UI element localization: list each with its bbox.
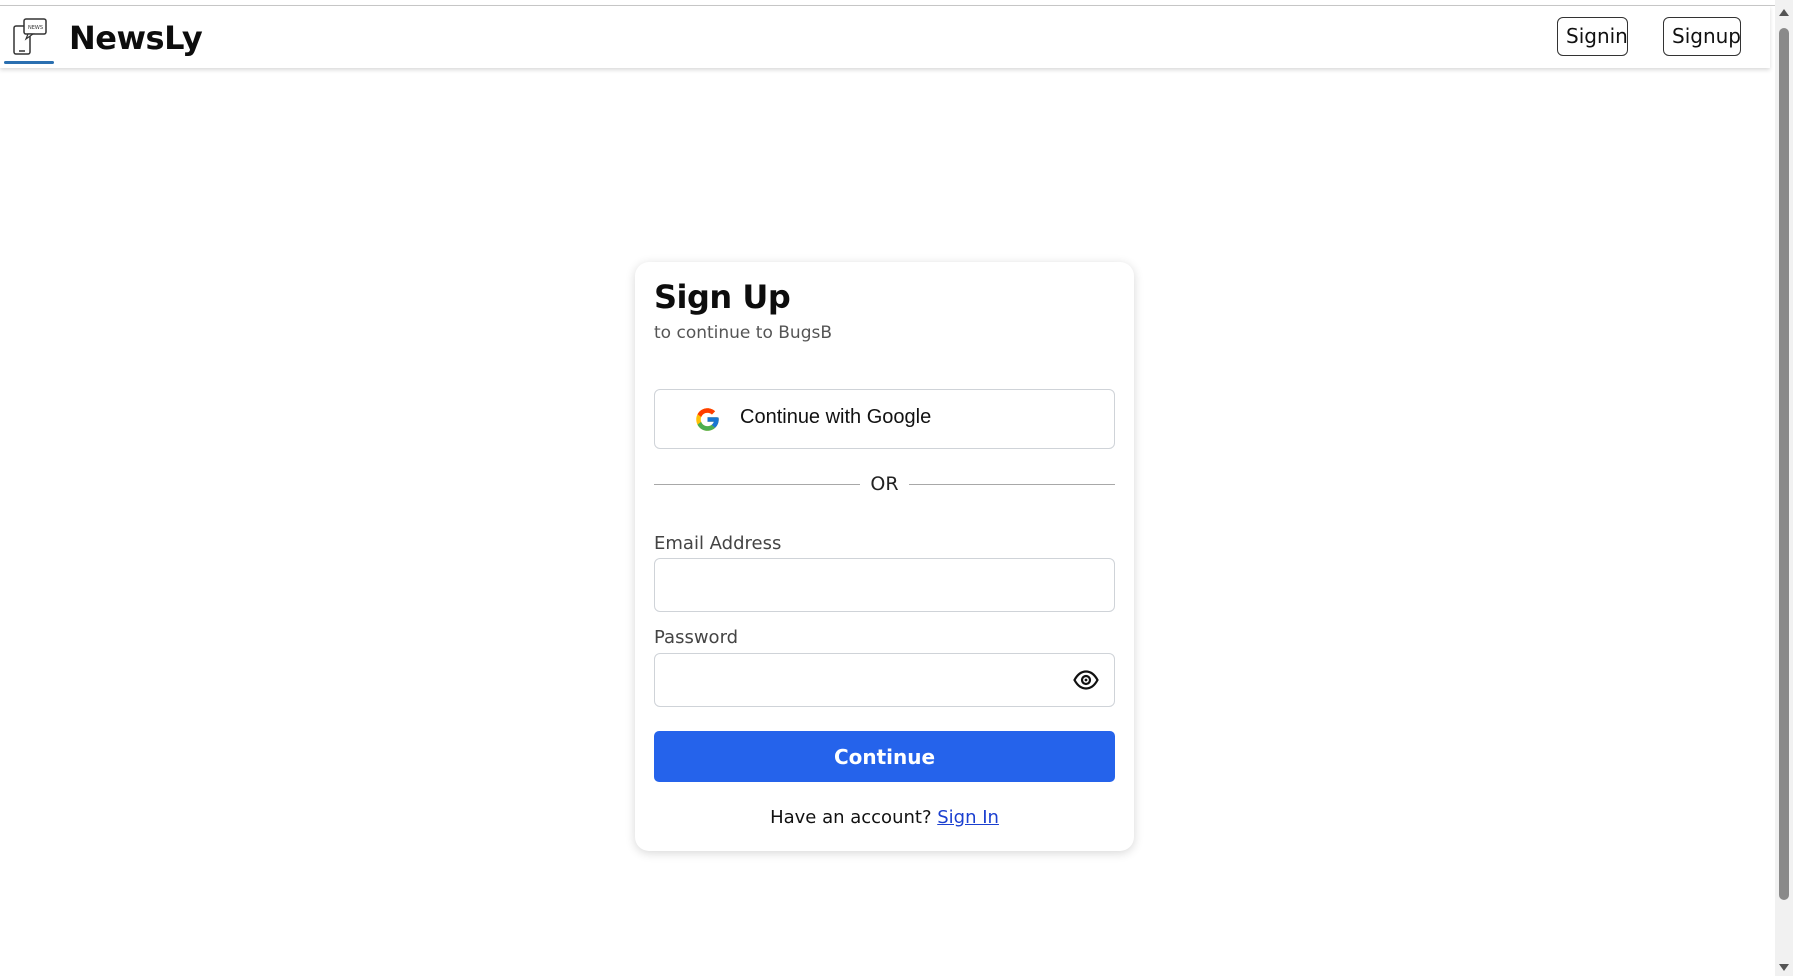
google-button-label: Continue with Google bbox=[740, 406, 932, 428]
navbar: NEWS NewsLy Signin Signup bbox=[0, 6, 1770, 68]
divider-line-right bbox=[909, 484, 1115, 485]
signup-card: Sign Up to continue to BugsB Continue wi… bbox=[635, 262, 1134, 851]
have-account-text: Have an account? bbox=[770, 807, 938, 828]
have-account-row: Have an account? Sign In bbox=[635, 807, 1134, 828]
or-divider: OR bbox=[654, 469, 1115, 499]
show-password-eye-icon[interactable] bbox=[1073, 669, 1099, 691]
nav-signin-button[interactable]: Signin bbox=[1557, 17, 1628, 56]
signup-subtitle: to continue to BugsB bbox=[654, 323, 833, 343]
continue-button[interactable]: Continue bbox=[654, 731, 1115, 782]
vertical-scrollbar[interactable] bbox=[1775, 0, 1793, 976]
brand-name[interactable]: NewsLy bbox=[69, 19, 203, 57]
email-label: Email Address bbox=[654, 533, 782, 554]
nav-signup-button[interactable]: Signup bbox=[1663, 17, 1741, 56]
password-label: Password bbox=[654, 627, 739, 648]
sign-in-link[interactable]: Sign In bbox=[937, 807, 999, 828]
svg-text:NEWS: NEWS bbox=[28, 25, 43, 31]
signup-title: Sign Up bbox=[654, 278, 791, 316]
scroll-down-arrow-icon[interactable] bbox=[1779, 964, 1789, 971]
continue-with-google-button[interactable]: Continue with Google bbox=[654, 389, 1115, 449]
password-field[interactable] bbox=[654, 653, 1115, 707]
news-phone-icon[interactable]: NEWS bbox=[8, 16, 50, 56]
google-icon bbox=[696, 408, 719, 431]
scrollbar-thumb[interactable] bbox=[1779, 28, 1789, 900]
email-field[interactable] bbox=[654, 558, 1115, 612]
scroll-up-arrow-icon[interactable] bbox=[1779, 9, 1789, 16]
logo-active-underline bbox=[4, 61, 54, 64]
